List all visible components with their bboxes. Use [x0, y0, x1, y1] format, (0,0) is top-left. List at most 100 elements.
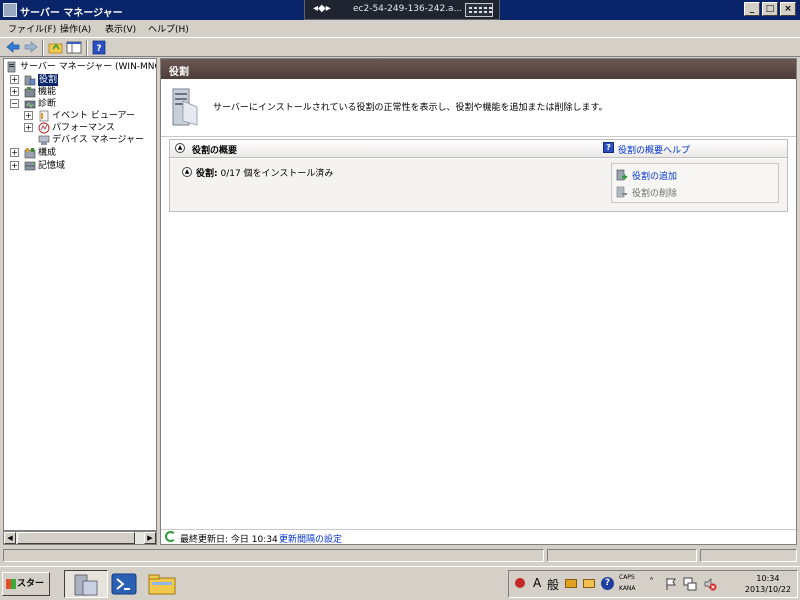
- expand-configuration[interactable]: +: [10, 148, 19, 157]
- collapse-summary-icon[interactable]: ▲: [175, 143, 185, 153]
- roles-banner: サーバーにインストールされている役割の正常性を表示し、役割や機能を追加または削除…: [161, 79, 796, 137]
- roles-actions: 役割の追加 役割の削除: [611, 163, 779, 203]
- tree-item-device-manager[interactable]: デバイス マネージャー: [22, 134, 152, 146]
- caps-indicator: CAPS: [619, 574, 635, 581]
- folder-icon: [148, 574, 176, 595]
- tree-item-event-viewer-label: イベント ビューアー: [52, 111, 135, 121]
- clock-date: 2013/10/22: [744, 585, 791, 594]
- windows-flag-icon: [6, 579, 16, 589]
- tree-root-server-manager[interactable]: サーバー マネージャー (WIN-MNOL: [6, 61, 157, 73]
- move-icon[interactable]: ◂◆▸: [313, 3, 331, 17]
- event-viewer-icon: [39, 110, 49, 122]
- console-tree[interactable]: サーバー マネージャー (WIN-MNOL + 役割 + 機能 − 診断 + イ…: [3, 58, 157, 531]
- menu-view[interactable]: 表示(V): [105, 22, 136, 35]
- features-icon: [24, 87, 36, 98]
- configuration-icon: [24, 148, 36, 159]
- scroll-thumb[interactable]: [17, 532, 135, 544]
- menu-action[interactable]: 操作(A): [60, 22, 91, 35]
- roles-summary-section: ▲ 役割の概要 ? 役割の概要ヘルプ ▲ 役割: 0/17 個をインストール済み…: [169, 139, 788, 212]
- tree-item-diagnostics-label: 診断: [38, 99, 57, 109]
- add-role-icon: [616, 169, 627, 181]
- refresh-icon[interactable]: [165, 531, 176, 542]
- tree-item-device-manager-label: デバイス マネージャー: [52, 135, 144, 145]
- tree-item-roles[interactable]: + 役割: [8, 74, 148, 86]
- scroll-left-arrow-icon[interactable]: ◀: [4, 532, 16, 544]
- window-title: サーバー マネージャー: [20, 8, 123, 19]
- server-icon: [7, 61, 16, 73]
- scroll-right-arrow-icon[interactable]: ▶: [144, 532, 156, 544]
- tree-item-features[interactable]: + 機能: [8, 86, 148, 98]
- roles-summary-body: ▲ 役割: 0/17 個をインストール済み 役割の追加 役割の削除: [170, 159, 787, 211]
- system-clock[interactable]: 10:34 2013/10/22: [745, 573, 791, 595]
- tree-item-configuration-label: 構成: [38, 148, 57, 158]
- remote-desktop-connection-bar[interactable]: ◂◆▸ ec2-54-249-136-242.a...: [304, 0, 500, 20]
- tree-item-storage[interactable]: + 記憶域: [8, 160, 148, 172]
- menu-bar: ファイル(F) 操作(A) 表示(V) ヘルプ(H): [0, 20, 800, 36]
- remove-role-icon: [616, 186, 627, 198]
- toolbar: ?: [0, 37, 800, 57]
- device-manager-icon: [38, 135, 50, 145]
- tree-item-diagnostics[interactable]: − 診断: [8, 98, 148, 110]
- tree-item-storage-label: 記憶域: [38, 161, 66, 171]
- help-icon[interactable]: ?: [91, 40, 107, 55]
- collapse-roles-icon[interactable]: ▲: [182, 167, 192, 177]
- tree-item-performance-label: パフォーマンス: [52, 123, 115, 133]
- ime-dictionary-icon[interactable]: [565, 579, 577, 588]
- tree-horizontal-scrollbar[interactable]: ◀ ▶: [3, 531, 157, 545]
- ime-help-icon[interactable]: ?: [601, 577, 614, 590]
- server-roles-icon: [172, 88, 198, 126]
- action-center-flag-icon[interactable]: [665, 577, 677, 591]
- expand-performance[interactable]: +: [24, 123, 33, 132]
- clock-time: 10:34: [756, 574, 780, 583]
- ime-conversion-mode[interactable]: 般: [547, 576, 559, 593]
- collapse-diagnostics[interactable]: −: [10, 99, 19, 108]
- title-bar: サーバー マネージャー ◂◆▸ ec2-54-249-136-242.a... …: [0, 0, 800, 20]
- kana-indicator: KANA: [619, 585, 636, 592]
- menu-help[interactable]: ヘルプ(H): [148, 22, 189, 35]
- add-roles-link[interactable]: 役割の追加: [632, 169, 677, 182]
- banner-description: サーバーにインストールされている役割の正常性を表示し、役割や機能を追加または削除…: [213, 103, 608, 113]
- ime-tools-icon[interactable]: [583, 579, 595, 588]
- expand-roles[interactable]: +: [10, 75, 19, 84]
- taskbar-explorer[interactable]: [140, 570, 184, 598]
- minimize-button[interactable]: _: [744, 2, 760, 16]
- tree-item-event-viewer[interactable]: + イベント ビューアー: [22, 110, 152, 122]
- roles-summary-title: 役割の概要: [192, 146, 238, 156]
- keyboard-icon[interactable]: [465, 3, 493, 17]
- content-title: 役割: [169, 67, 189, 78]
- expand-event-viewer[interactable]: +: [24, 111, 33, 120]
- expand-features[interactable]: +: [10, 87, 19, 96]
- tree-item-features-label: 機能: [38, 87, 57, 97]
- ime-input-mode[interactable]: A: [533, 576, 541, 590]
- roles-icon: [24, 75, 36, 86]
- show-hide-tree-icon[interactable]: [66, 40, 82, 55]
- status-pane-2: [547, 549, 697, 562]
- remove-roles-link[interactable]: 役割の削除: [632, 186, 677, 199]
- show-hidden-icons-chevron-icon[interactable]: ˄: [649, 577, 654, 588]
- tree-root-label: サーバー マネージャー (WIN-MNOL: [20, 62, 157, 72]
- start-button[interactable]: スタート: [2, 572, 50, 596]
- network-icon[interactable]: [683, 577, 697, 591]
- svg-text:?: ?: [96, 44, 101, 54]
- ime-pad-icon[interactable]: [515, 578, 525, 588]
- menu-file[interactable]: ファイル(F): [8, 22, 56, 35]
- up-folder-icon[interactable]: [48, 40, 64, 55]
- close-button[interactable]: ×: [780, 2, 796, 16]
- status-pane-1: [3, 549, 544, 562]
- content-header: 役割: [161, 59, 796, 79]
- tree-item-configuration[interactable]: + 構成: [8, 147, 148, 159]
- volume-muted-icon[interactable]: [703, 577, 717, 591]
- expand-storage[interactable]: +: [10, 161, 19, 170]
- taskbar: スタート A 般 ? CAPS KANA ˄ 10:34 2013/10/22: [0, 566, 800, 600]
- diagnostics-icon: [24, 100, 36, 109]
- system-tray: A 般 ? CAPS KANA ˄ 10:34 2013/10/22: [508, 570, 798, 598]
- maximize-button[interactable]: □: [762, 2, 778, 16]
- performance-icon: [38, 122, 50, 134]
- forward-arrow-icon[interactable]: [23, 40, 39, 55]
- summary-help-icon: ?: [603, 142, 614, 153]
- refresh-interval-link[interactable]: 更新間隔の設定: [279, 532, 342, 545]
- start-label: スタート: [17, 579, 45, 589]
- back-arrow-icon[interactable]: [5, 40, 21, 55]
- tree-item-performance[interactable]: + パフォーマンス: [22, 122, 152, 134]
- roles-summary-help-link[interactable]: 役割の概要ヘルプ: [618, 143, 690, 156]
